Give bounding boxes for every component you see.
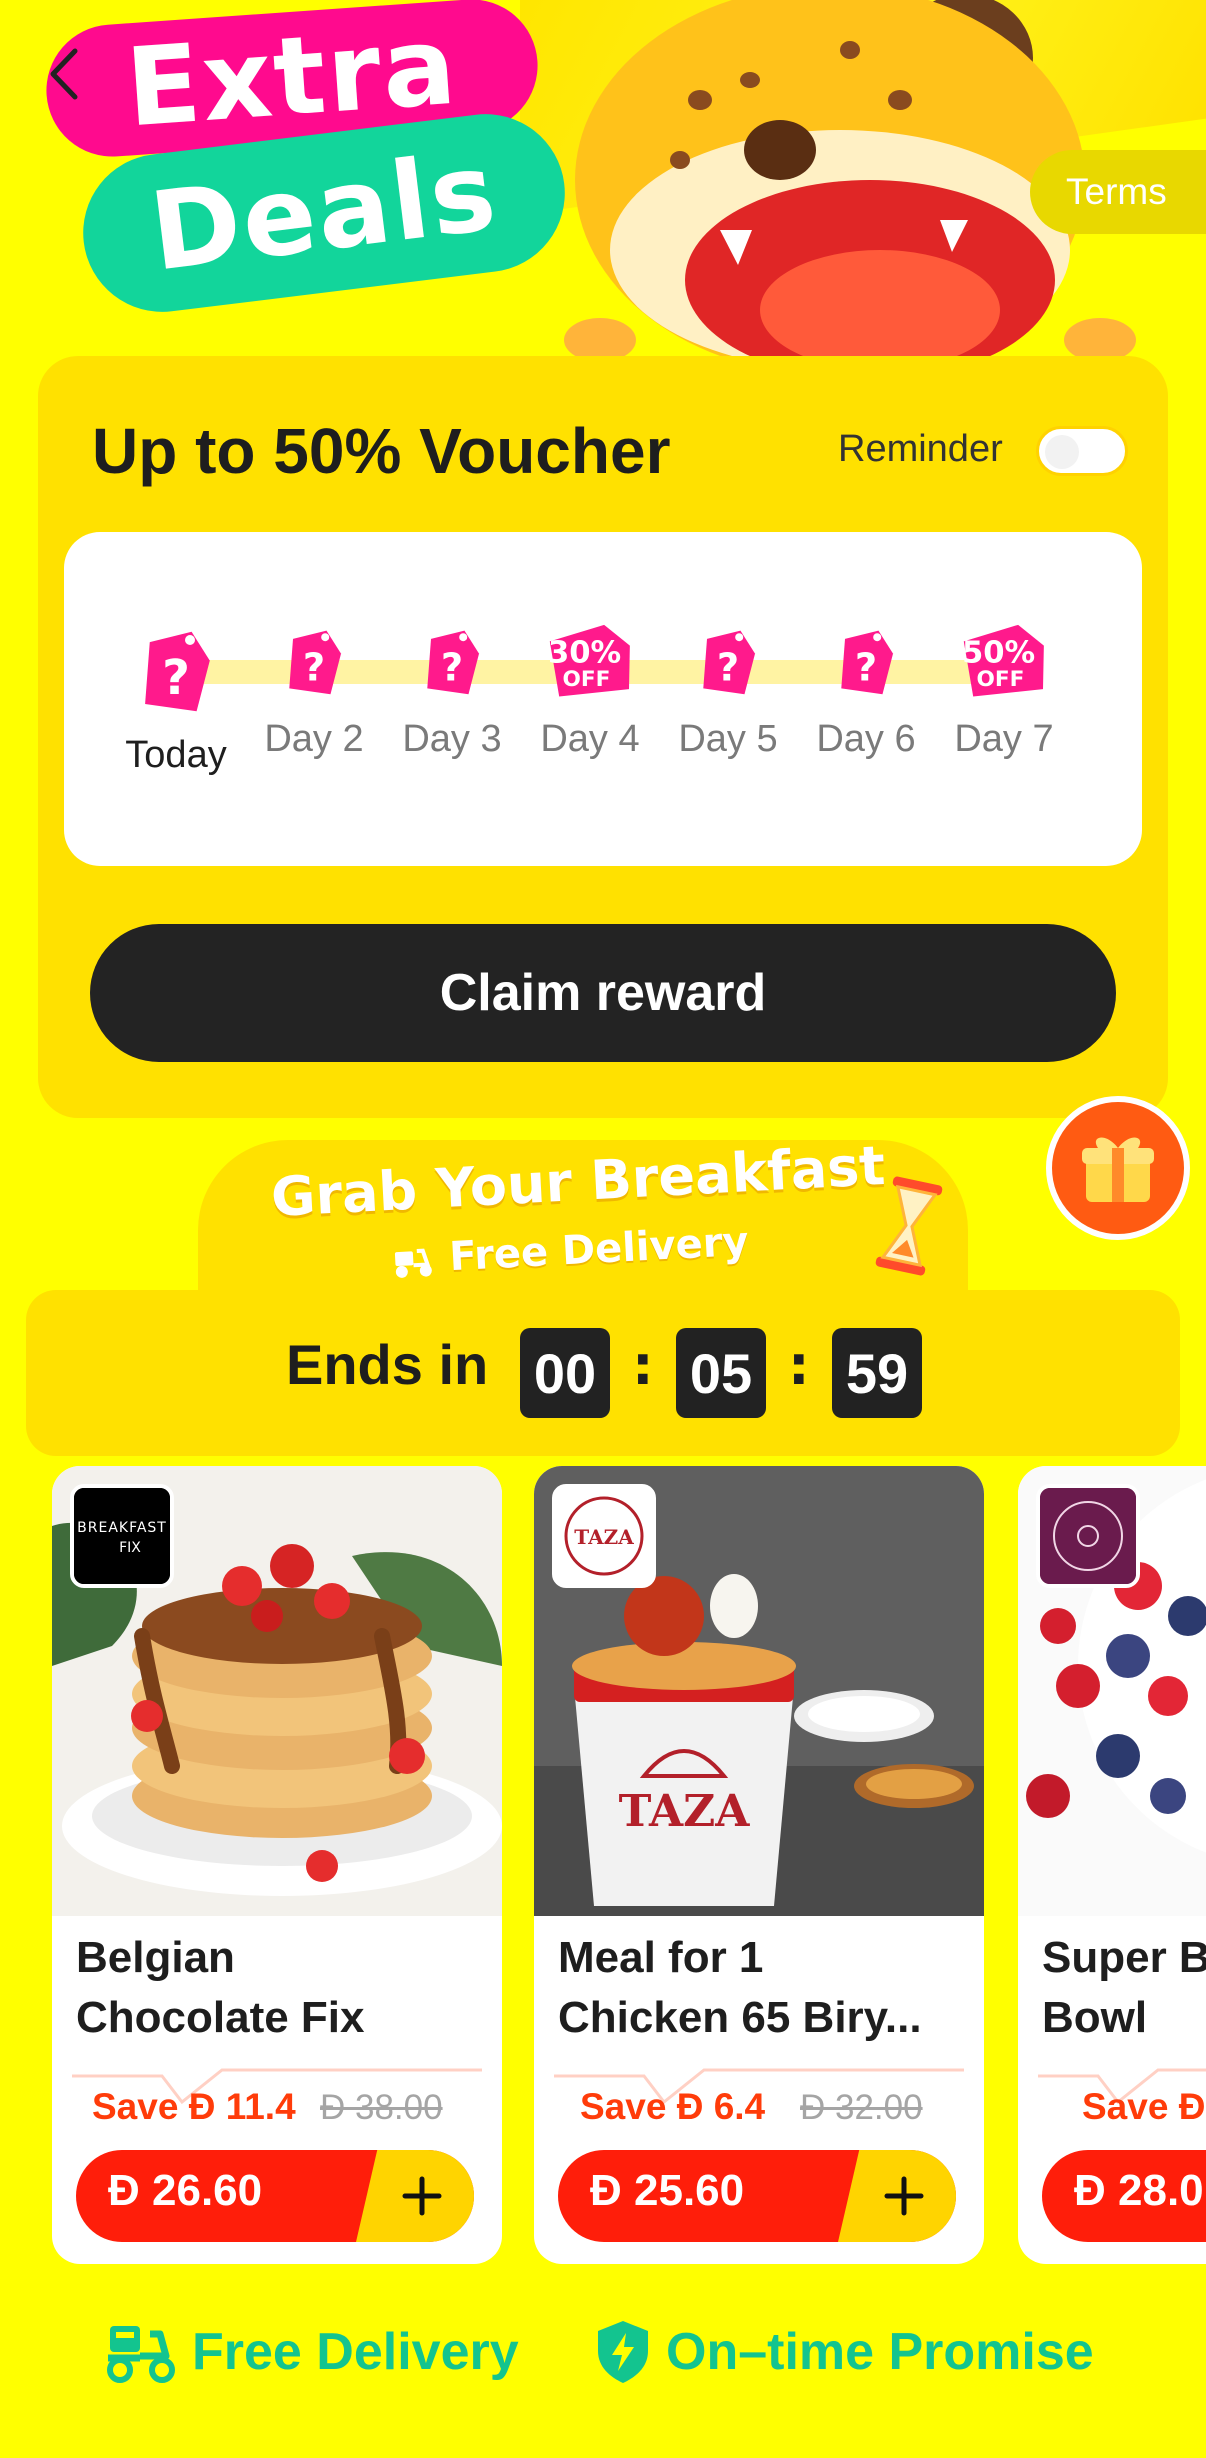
product-old-price: Đ 38.00: [320, 2088, 443, 2127]
day-2[interactable]: ? Day 2: [254, 616, 374, 761]
product-card[interactable]: Super B Bowl Save Đ Đ 28.0: [1018, 1466, 1206, 2264]
day-label: Today: [125, 734, 227, 776]
product-save: Save Đ 11.4: [92, 2086, 296, 2127]
svg-text:OFF: OFF: [562, 667, 610, 692]
shield-bolt-icon: [598, 2321, 648, 2383]
taza-logo-icon: TAZA: [556, 1488, 652, 1584]
product-price: Đ 28.0: [1074, 2166, 1204, 2215]
product-save: Save Đ: [1082, 2086, 1206, 2127]
svg-text:?: ?: [441, 645, 463, 690]
svg-text:?: ?: [717, 645, 739, 690]
discount-50-tag-icon: 50% OFF: [962, 624, 1044, 697]
day-6[interactable]: ? Day 6: [806, 616, 926, 761]
scooter-icon: [395, 1248, 433, 1278]
countdown-label: Ends in: [286, 1333, 489, 1396]
day-label: Day 2: [264, 718, 364, 760]
gift-button[interactable]: [1046, 1096, 1190, 1240]
product-card[interactable]: TAZA TAZA Meal for 1 Chicken 65 Biry... …: [534, 1466, 984, 2264]
terms-label: Terms: [1066, 171, 1167, 212]
free-delivery-label: Free Delivery: [192, 2323, 519, 2381]
day-label: Day 4: [540, 718, 640, 760]
free-delivery-badge: Free Delivery: [104, 2312, 519, 2392]
countdown-separator: :: [788, 1334, 810, 1397]
day-label: Day 7: [954, 718, 1054, 760]
delivery-scooter-icon: [107, 2326, 175, 2383]
ontime-promise-badge: On–time Promise: [594, 2312, 1094, 2392]
hourglass-icon: [875, 1176, 943, 1276]
svg-text:TAZA: TAZA: [574, 1525, 634, 1549]
plus-icon: [884, 2176, 924, 2216]
countdown-seconds: 59: [832, 1328, 922, 1418]
brand-logo: TAZA: [552, 1484, 656, 1588]
voucher-card: Up to 50% Voucher Reminder ? Today ? Day…: [38, 356, 1168, 1118]
product-name-line1: Belgian: [76, 1933, 235, 1982]
add-button[interactable]: [838, 2150, 956, 2242]
mystery-tag-icon: ?: [841, 630, 894, 695]
svg-text:TAZA: TAZA: [619, 1786, 751, 1837]
countdown-hours: 00: [520, 1328, 610, 1418]
svg-text:30%: 30%: [548, 636, 621, 671]
daily-rewards-track: ? Today ? Day 2 ? Day 3 30% OFF Day 4 ? …: [64, 532, 1142, 866]
day-5[interactable]: ? Day 5: [668, 616, 788, 761]
discount-30-tag-icon: 30% OFF: [548, 624, 630, 697]
product-name-line1: Meal for 1: [558, 1933, 764, 1982]
product-name-line2: Chicken 65 Biry...: [558, 1993, 922, 2042]
acai-zone-logo-icon: [1040, 1488, 1136, 1584]
claim-reward-button[interactable]: Claim reward: [90, 924, 1116, 1062]
brand-logo: [1036, 1484, 1140, 1588]
day-label: Day 5: [678, 718, 778, 760]
promise-footer: Free Delivery On–time Promise: [0, 2312, 1206, 2392]
product-save: Save Đ 6.4: [580, 2086, 766, 2127]
ontime-promise-label: On–time Promise: [666, 2323, 1094, 2381]
svg-text:?: ?: [303, 645, 325, 690]
day-7[interactable]: 50% OFF Day 7: [944, 616, 1064, 761]
product-name-line2: Bowl: [1042, 1993, 1148, 2042]
add-to-cart-button[interactable]: Đ 26.60: [76, 2150, 474, 2242]
plus-icon: [402, 2176, 442, 2216]
day-3[interactable]: ? Day 3: [392, 616, 512, 761]
mystery-tag-icon: ?: [427, 630, 480, 695]
product-card[interactable]: BREAKFAST FIX Belgian Chocolate Fix Save…: [52, 1466, 502, 2264]
product-price: Đ 25.60: [590, 2166, 745, 2215]
mystery-tag-icon: ?: [703, 630, 756, 695]
product-old-price: Đ 32.00: [800, 2088, 923, 2127]
add-button[interactable]: [356, 2150, 474, 2242]
mystery-tag-icon: ?: [289, 630, 342, 695]
back-button[interactable]: [44, 44, 84, 104]
add-to-cart-button[interactable]: Đ 28.0: [1042, 2150, 1206, 2242]
svg-text:BREAKFAST: BREAKFAST: [77, 1520, 167, 1536]
svg-text:?: ?: [855, 645, 877, 690]
day-today[interactable]: ? Today: [116, 616, 236, 777]
voucher-title: Up to 50% Voucher: [92, 415, 671, 487]
reminder-label: Reminder: [838, 428, 1003, 470]
hero-header: Extra Deals Terms: [0, 0, 1206, 360]
breakfast-fix-logo-icon: BREAKFAST FIX: [74, 1488, 170, 1584]
countdown-bar: Ends in 00 : 05 : 59: [26, 1290, 1180, 1456]
svg-text:FIX: FIX: [119, 1540, 141, 1556]
toggle-knob: [1045, 435, 1079, 469]
svg-text:OFF: OFF: [976, 667, 1024, 692]
countdown-minutes: 05: [676, 1328, 766, 1418]
title-deals: Deals: [144, 129, 504, 296]
product-carousel[interactable]: BREAKFAST FIX Belgian Chocolate Fix Save…: [0, 1466, 1206, 2266]
product-name-line2: Chocolate Fix: [76, 1993, 365, 2042]
countdown-separator: :: [632, 1334, 654, 1397]
day-4[interactable]: 30% OFF Day 4: [530, 616, 650, 761]
product-name-line1: Super B: [1042, 1933, 1206, 1982]
add-to-cart-button[interactable]: Đ 25.60: [558, 2150, 956, 2242]
chevron-left-icon: [50, 48, 78, 100]
svg-text:?: ?: [162, 650, 190, 706]
product-price: Đ 26.60: [108, 2166, 263, 2215]
svg-text:50%: 50%: [962, 636, 1035, 671]
mystery-tag-icon: ?: [145, 631, 210, 712]
terms-button[interactable]: Terms: [1030, 150, 1206, 234]
day-label: Day 3: [402, 718, 502, 760]
day-label: Day 6: [816, 718, 916, 760]
brand-logo: BREAKFAST FIX: [70, 1484, 174, 1588]
gift-icon: [1082, 1137, 1154, 1202]
reminder-toggle[interactable]: [1036, 426, 1128, 476]
